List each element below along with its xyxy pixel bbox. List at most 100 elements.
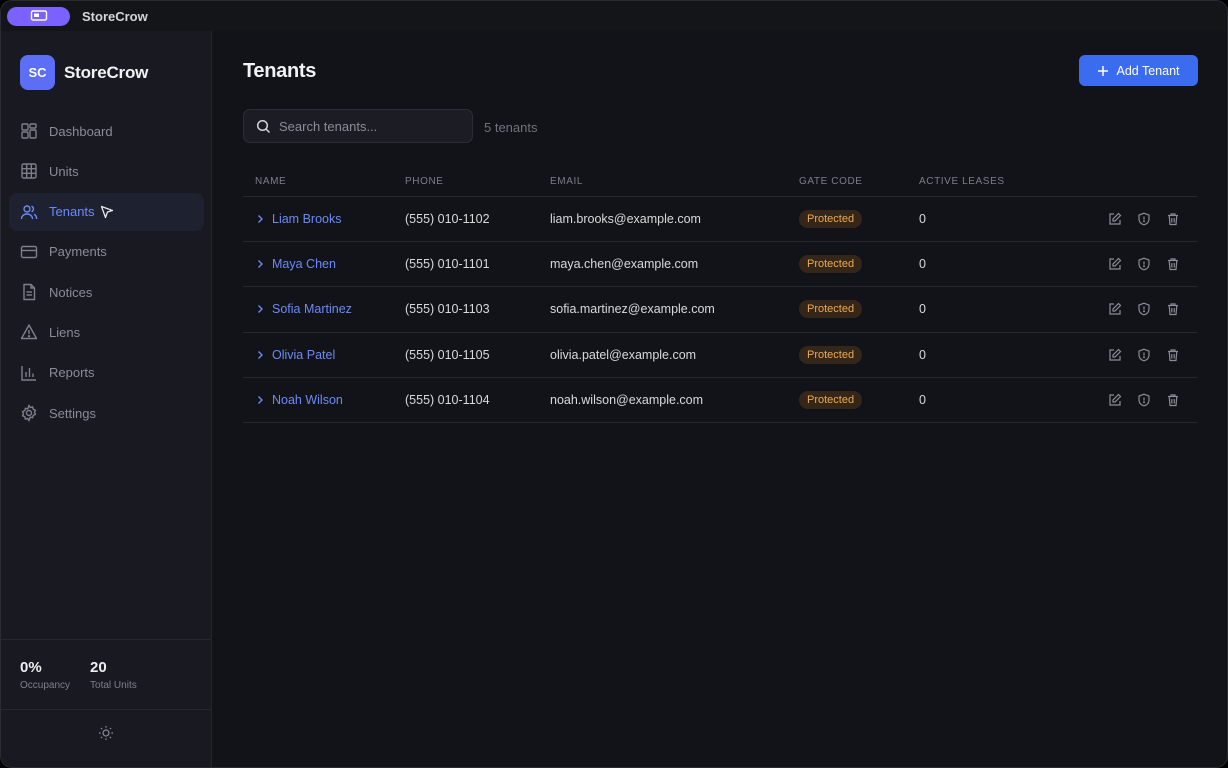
trash-icon[interactable]: [1166, 257, 1180, 271]
sidebar-item-settings[interactable]: Settings: [9, 394, 204, 432]
tenants-table: Name Phone Email Gate Code Active Leases…: [243, 166, 1198, 423]
add-tenant-label: Add Tenant: [1116, 63, 1180, 78]
status-badge: Protected: [799, 210, 863, 229]
tenant-name-link[interactable]: Sofia Martinez: [272, 302, 352, 316]
sidebar-nav: Dashboard Units Tenants Payments Notices…: [9, 112, 204, 434]
sidebar-item-label: Liens: [49, 324, 81, 340]
credit-card-icon: [20, 243, 38, 261]
table-row[interactable]: Noah Wilson (555) 010-1104 noah.wilson@e…: [243, 378, 1198, 423]
row-actions: [1069, 348, 1198, 362]
status-badge: Protected: [799, 300, 863, 319]
tenant-name-cell: Liam Brooks: [243, 212, 405, 226]
search-icon: [256, 119, 271, 133]
dashboard-icon: [20, 122, 38, 140]
email-cell: olivia.patel@example.com: [550, 347, 697, 362]
column-header-gate-code[interactable]: Gate Code: [799, 176, 919, 187]
chevron-right-icon[interactable]: [255, 395, 265, 405]
phone-cell: (555) 010-1104: [405, 392, 490, 407]
edit-icon[interactable]: [1108, 212, 1122, 226]
tenant-name-cell: Sofia Martinez: [243, 302, 405, 316]
brand-name: StoreCrow: [64, 62, 149, 82]
sidebar-item-dashboard[interactable]: Dashboard: [9, 112, 204, 150]
sidebar-stats: 0% Occupancy 20 Total Units: [1, 639, 211, 710]
email-cell: sofia.martinez@example.com: [550, 302, 715, 317]
sidebar-item-tenants[interactable]: Tenants: [9, 192, 204, 231]
gate-code-cell: Protected: [799, 255, 919, 274]
mouse-cursor-icon: [100, 205, 114, 218]
screen-icon: [30, 10, 47, 21]
edit-icon[interactable]: [1108, 393, 1122, 407]
phone-cell: (555) 010-1103: [405, 302, 490, 317]
email-cell: maya.chen@example.com: [550, 257, 699, 272]
sidebar-item-notices[interactable]: Notices: [9, 273, 204, 311]
search-box[interactable]: [243, 109, 473, 143]
table-row[interactable]: Maya Chen (555) 010-1101 maya.chen@examp…: [243, 242, 1198, 288]
column-header-email[interactable]: Email: [550, 176, 799, 187]
stat-label: Total Units: [90, 680, 137, 691]
tenant-name-link[interactable]: Noah Wilson: [272, 393, 343, 407]
shield-icon[interactable]: [1137, 348, 1151, 362]
sidebar-item-units[interactable]: Units: [9, 152, 204, 190]
bar-chart-icon: [20, 364, 38, 382]
sidebar-item-label: Reports: [49, 365, 95, 381]
shield-icon[interactable]: [1137, 302, 1151, 316]
active-leases-cell: 0: [919, 212, 926, 227]
grid-icon: [20, 162, 38, 180]
brand-logo: SC: [20, 55, 55, 90]
gate-code-cell: Protected: [799, 300, 919, 319]
sidebar-item-label: Settings: [49, 405, 96, 421]
shield-icon[interactable]: [1137, 212, 1151, 226]
email-cell: noah.wilson@example.com: [550, 392, 704, 407]
tenant-name-link[interactable]: Olivia Patel: [272, 348, 335, 362]
sidebar-item-liens[interactable]: Liens: [9, 313, 204, 351]
shield-icon[interactable]: [1137, 257, 1151, 271]
trash-icon[interactable]: [1166, 393, 1180, 407]
tenant-name-link[interactable]: Liam Brooks: [272, 212, 341, 226]
edit-icon[interactable]: [1108, 257, 1122, 271]
sun-icon[interactable]: [98, 725, 114, 741]
sidebar-item-reports[interactable]: Reports: [9, 354, 204, 392]
phone-cell: (555) 010-1105: [405, 347, 490, 362]
app-switcher-pill[interactable]: [7, 6, 70, 26]
brand[interactable]: SC StoreCrow: [20, 55, 148, 90]
row-actions: [1069, 212, 1198, 226]
trash-icon[interactable]: [1166, 212, 1180, 226]
table-row[interactable]: Liam Brooks (555) 010-1102 liam.brooks@e…: [243, 197, 1198, 243]
chevron-right-icon[interactable]: [255, 304, 265, 314]
chevron-right-icon[interactable]: [255, 214, 265, 224]
trash-icon[interactable]: [1166, 302, 1180, 316]
active-leases-cell: 0: [919, 257, 926, 272]
column-header-name[interactable]: Name: [243, 176, 405, 187]
document-icon: [20, 283, 38, 301]
stat-occupancy: 0% Occupancy: [20, 659, 70, 709]
edit-icon[interactable]: [1108, 302, 1122, 316]
row-actions: [1069, 302, 1198, 316]
titlebar-app-name: StoreCrow: [82, 8, 148, 24]
sidebar-item-payments[interactable]: Payments: [9, 233, 204, 271]
table-row[interactable]: Olivia Patel (555) 010-1105 olivia.patel…: [243, 333, 1198, 378]
app-window: StoreCrow SC StoreCrow Dashboard Units T…: [0, 0, 1228, 768]
column-header-phone[interactable]: Phone: [405, 176, 550, 187]
gate-code-cell: Protected: [799, 210, 919, 229]
table-row[interactable]: Sofia Martinez (555) 010-1103 sofia.mart…: [243, 287, 1198, 333]
search-input[interactable]: [279, 118, 459, 134]
column-header-active-leases[interactable]: Active Leases: [919, 176, 1069, 187]
status-badge: Protected: [799, 345, 863, 364]
add-tenant-button[interactable]: Add Tenant: [1079, 55, 1198, 86]
stat-value: 20: [90, 659, 107, 676]
chevron-right-icon[interactable]: [255, 259, 265, 269]
sidebar-item-label: Units: [49, 163, 79, 179]
main-content: Tenants Add Tenant 5 tenants Name Phone …: [212, 31, 1227, 767]
active-leases-cell: 0: [919, 347, 926, 362]
status-badge: Protected: [799, 390, 863, 409]
shield-icon[interactable]: [1137, 393, 1151, 407]
sidebar-item-label: Tenants: [49, 204, 95, 220]
chevron-right-icon[interactable]: [255, 350, 265, 360]
trash-icon[interactable]: [1166, 348, 1180, 362]
stat-total-units: 20 Total Units: [90, 659, 137, 709]
sidebar-item-label: Notices: [49, 284, 93, 300]
tenant-name-cell: Noah Wilson: [243, 393, 405, 407]
edit-icon[interactable]: [1108, 348, 1122, 362]
tenant-name-link[interactable]: Maya Chen: [272, 257, 336, 271]
sidebar-item-label: Dashboard: [49, 123, 113, 139]
